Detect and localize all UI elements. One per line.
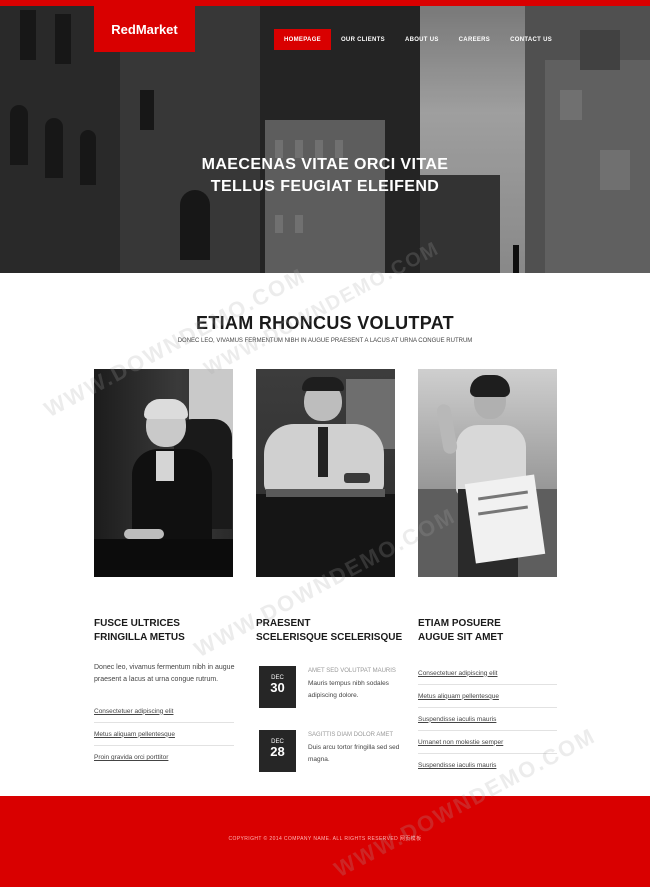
news-item[interactable]: DEC 30 AMET SED VOLUTPAT MAURIS Mauris t… bbox=[259, 666, 399, 708]
column-3-link-list: Consectetuer adipiscing elit Metus aliqu… bbox=[418, 662, 557, 777]
column-heading-1-line-2: FRINGILLA METUS bbox=[94, 632, 185, 643]
photo-man-at-desk bbox=[256, 369, 395, 577]
photo-desk bbox=[256, 494, 395, 577]
column-heading-1: FUSCE ULTRICES FRINGILLA METUS bbox=[94, 617, 244, 645]
nav-item-about-us[interactable]: ABOUT US bbox=[395, 29, 449, 50]
hero-title-line-1: MAECENAS VITAE ORCI VITAE bbox=[201, 156, 449, 173]
column-3-link[interactable]: Suspendisse iaculis mauris bbox=[418, 754, 557, 777]
column-heading-2-line-1: PRAESENT bbox=[256, 618, 311, 629]
photo-newspaper bbox=[464, 474, 546, 564]
news-title[interactable]: SAGITTIS DIAM DOLOR AMET bbox=[308, 732, 393, 738]
photo-woman-with-newspaper bbox=[418, 369, 557, 577]
main-nav: HOMEPAGE OUR CLIENTS ABOUT US CAREERS CO… bbox=[274, 29, 562, 50]
date-badge: DEC 28 bbox=[259, 730, 296, 772]
photo-tie bbox=[318, 427, 328, 477]
photo-desk bbox=[94, 539, 233, 577]
nav-item-contact-us[interactable]: CONTACT US bbox=[500, 29, 562, 50]
news-text: Mauris tempus nibh sodales adipiscing do… bbox=[308, 680, 389, 699]
column-heading-2: PRAESENT SCELERISQUE SCELERISQUE bbox=[256, 617, 406, 645]
photo-desk-edge bbox=[266, 489, 385, 497]
date-day: 30 bbox=[270, 680, 285, 695]
column-heading-3: ETIAM POSUERE AUGUE SIT AMET bbox=[418, 617, 568, 645]
column-1-link[interactable]: Proin gravida orci porttitor bbox=[94, 746, 234, 769]
nav-item-homepage[interactable]: HOMEPAGE bbox=[274, 29, 331, 50]
date-day: 28 bbox=[270, 744, 285, 759]
column-3-link[interactable]: Suspendisse iaculis mauris bbox=[418, 708, 557, 731]
column-1-link[interactable]: Consectetuer adipiscing elit bbox=[94, 700, 234, 723]
column-1-text: Donec leo, vivamus fermentum nibh in aug… bbox=[94, 664, 235, 683]
column-3-link[interactable]: Urnanet non molestie semper bbox=[418, 731, 557, 754]
photo-hair bbox=[302, 377, 344, 391]
nav-item-our-clients[interactable]: OUR CLIENTS bbox=[331, 29, 395, 50]
photo-phone bbox=[344, 473, 370, 483]
copyright-text: COPYRIGHT © 2014 COMPANY NAME. ALL RIGHT… bbox=[228, 836, 422, 842]
photo-collar bbox=[156, 451, 174, 481]
column-heading-3-line-1: ETIAM POSUERE bbox=[418, 618, 501, 629]
section-title: ETIAM RHONCUS VOLUTPAT bbox=[196, 313, 454, 333]
column-3-link[interactable]: Metus aliquam pellentesque bbox=[418, 685, 557, 708]
column-heading-1-line-1: FUSCE ULTRICES bbox=[94, 618, 180, 629]
photo-hair bbox=[470, 375, 510, 397]
news-title[interactable]: AMET SED VOLUTPAT MAURIS bbox=[308, 668, 396, 674]
column-3-link[interactable]: Consectetuer adipiscing elit bbox=[418, 662, 557, 685]
date-badge: DEC 30 bbox=[259, 666, 296, 708]
photo-hand bbox=[124, 529, 164, 539]
site-logo[interactable]: RedMarket bbox=[94, 6, 195, 52]
nav-item-careers[interactable]: CAREERS bbox=[449, 29, 500, 50]
hero-title-line-2: TELLUS FEUGIAT ELEIFEND bbox=[210, 178, 440, 195]
column-heading-2-line-2: SCELERISQUE SCELERISQUE bbox=[256, 632, 403, 643]
hero-title: MAECENAS VITAE ORCI VITAE TELLUS FEUGIAT… bbox=[0, 154, 650, 198]
news-text: Duis arcu tortor fringilla sed sed magna… bbox=[308, 744, 400, 763]
column-1-link[interactable]: Metus aliquam pellentesque bbox=[94, 723, 234, 746]
photo-woman-on-phone bbox=[94, 369, 233, 577]
section-subtitle: DONEC LEO, VIVAMUS FERMENTUM NIBH IN AUG… bbox=[177, 338, 473, 344]
news-item[interactable]: DEC 28 SAGITTIS DIAM DOLOR AMET Duis arc… bbox=[259, 730, 399, 772]
column-1-link-list: Consectetuer adipiscing elit Metus aliqu… bbox=[94, 700, 234, 769]
photo-hair bbox=[144, 399, 188, 419]
column-heading-3-line-2: AUGUE SIT AMET bbox=[418, 632, 504, 643]
